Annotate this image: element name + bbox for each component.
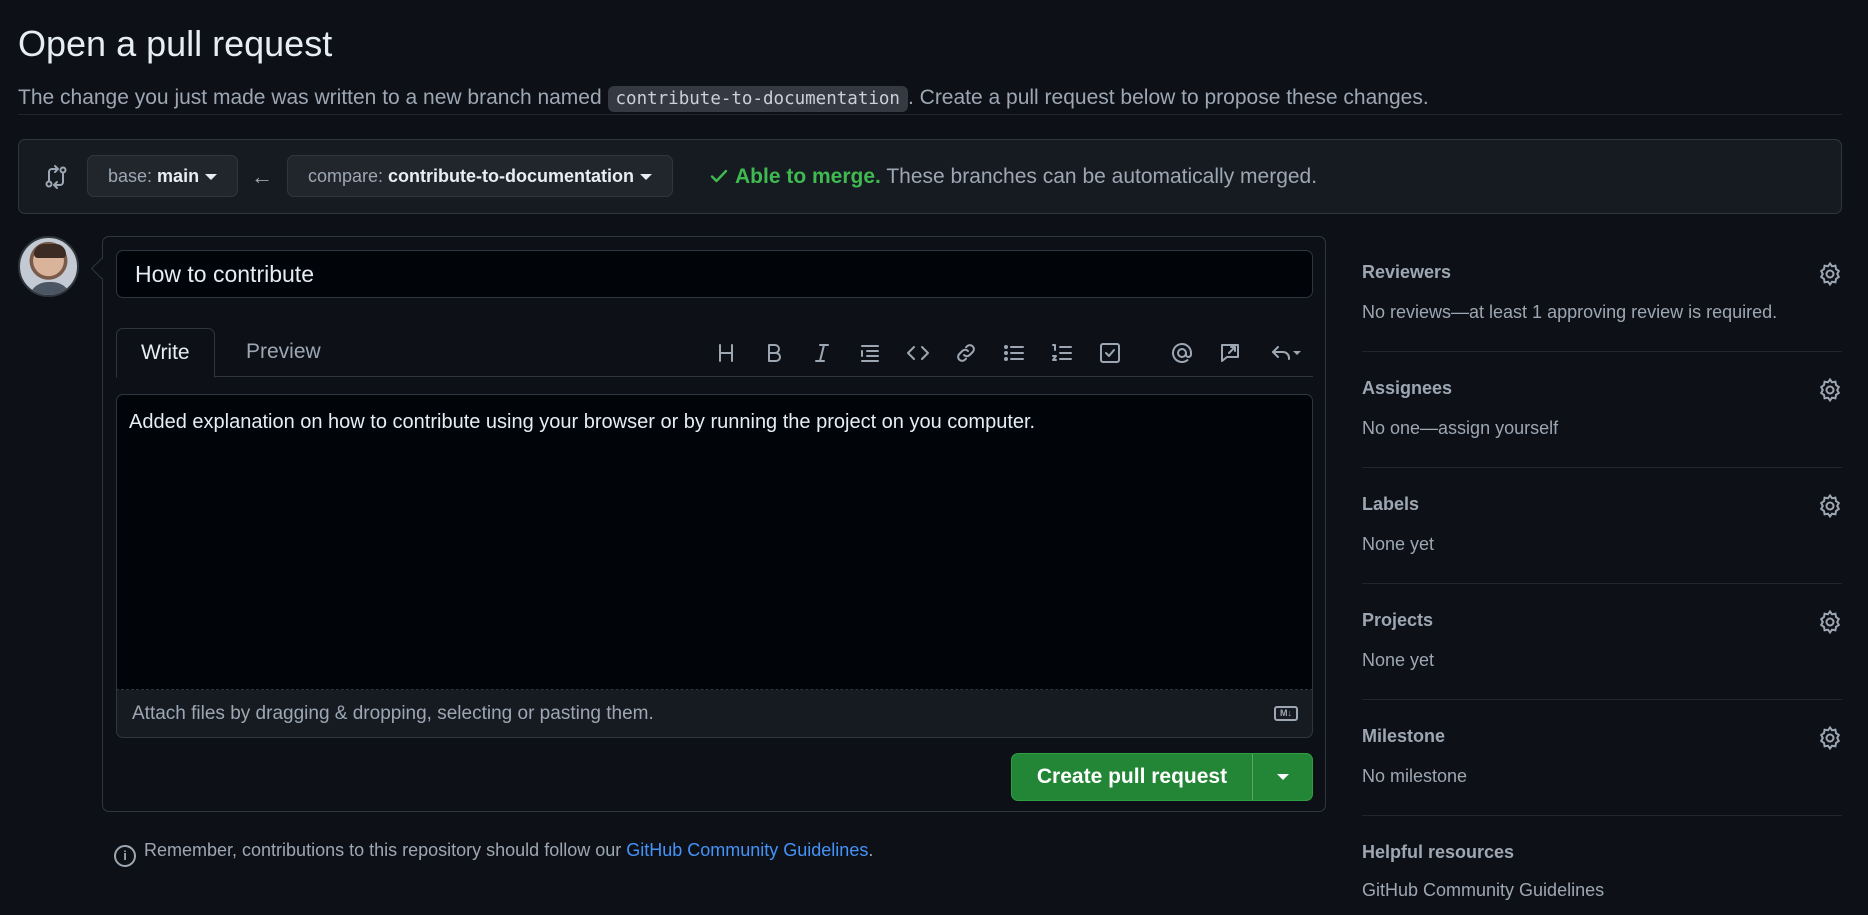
avatar[interactable]	[18, 236, 79, 297]
milestone-heading[interactable]: Milestone	[1362, 726, 1445, 747]
assignees-value: No one—assign yourself	[1362, 418, 1559, 438]
italic-icon[interactable]	[807, 338, 837, 368]
helpful-resources-heading: Helpful resources	[1362, 842, 1515, 862]
avatar-hair	[34, 244, 66, 258]
code-icon[interactable]	[903, 338, 933, 368]
divider	[18, 114, 1842, 115]
link-icon[interactable]	[951, 338, 981, 368]
task-list-icon[interactable]	[1095, 338, 1125, 368]
pull-request-form: Write Preview Added explanation on how t…	[102, 236, 1326, 812]
reference-icon[interactable]	[1215, 338, 1245, 368]
compare-prefix: compare:	[308, 166, 389, 186]
branch-name-code: contribute-to-documentation	[607, 86, 908, 112]
page-header: Open a pull request The change you just …	[18, 22, 1842, 114]
subtitle-text-before: The change you just made was written to …	[18, 86, 608, 109]
bold-icon[interactable]	[759, 338, 789, 368]
sidebar-labels: Labels None yet	[1362, 468, 1842, 584]
chevron-down-icon	[640, 174, 653, 181]
guidelines-link[interactable]: GitHub Community Guidelines	[626, 840, 868, 860]
mention-icon[interactable]	[1167, 338, 1197, 368]
reviewers-value: No reviews—at least 1 approving review i…	[1362, 302, 1778, 322]
create-pull-request-label[interactable]: Create pull request	[1012, 754, 1252, 800]
ordered-list-icon[interactable]	[1047, 338, 1077, 368]
heading-icon[interactable]	[711, 338, 741, 368]
markdown-icon[interactable]: M↓	[1274, 706, 1298, 721]
merge-ok-text: Able to merge.	[735, 165, 881, 188]
helpful-guidelines-link[interactable]: GitHub Community Guidelines	[1362, 880, 1604, 901]
labels-value: None yet	[1362, 534, 1435, 554]
gear-icon[interactable]	[1818, 377, 1842, 403]
base-prefix: base:	[108, 166, 158, 186]
sidebar-reviewers: Reviewers No reviews—at least 1 approvin…	[1362, 236, 1842, 352]
sidebar-assignees: Assignees No one—assign yourself	[1362, 352, 1842, 468]
sidebar: Reviewers No reviews—at least 1 approvin…	[1362, 236, 1842, 915]
guidelines-note-text: Remember, contributions to this reposito…	[144, 840, 627, 860]
branch-range-bar: base: main ← compare: contribute-to-docu…	[18, 139, 1842, 214]
reviewers-heading[interactable]: Reviewers	[1362, 262, 1451, 283]
page-title: Open a pull request	[18, 23, 333, 64]
merge-status: Able to merge. These branches can be aut…	[709, 162, 1317, 192]
guidelines-note: i Remember, contributions to this reposit…	[114, 838, 873, 867]
assignees-heading[interactable]: Assignees	[1362, 378, 1452, 399]
tab-preview[interactable]: Preview	[222, 328, 345, 378]
unordered-list-icon[interactable]	[999, 338, 1029, 368]
gear-icon[interactable]	[1818, 725, 1842, 751]
quote-icon[interactable]	[855, 338, 885, 368]
pr-body-textarea[interactable]: Added explanation on how to contribute u…	[116, 394, 1313, 690]
avatar-shirt	[28, 282, 72, 295]
gear-icon[interactable]	[1818, 261, 1842, 287]
projects-value: None yet	[1362, 650, 1435, 670]
gear-icon[interactable]	[1818, 493, 1842, 519]
sidebar-helpful-resources: Helpful resources GitHub Community Guide…	[1362, 816, 1842, 915]
labels-heading[interactable]: Labels	[1362, 494, 1419, 515]
chevron-down-icon	[205, 174, 218, 181]
sidebar-milestone: Milestone No milestone	[1362, 700, 1842, 816]
milestone-value: No milestone	[1362, 766, 1468, 786]
page-subtitle: The change you just made was written to …	[18, 83, 1842, 114]
base-branch-select[interactable]: base: main	[87, 155, 239, 197]
projects-heading[interactable]: Projects	[1362, 610, 1433, 631]
file-attachment-bar[interactable]: Attach files by dragging & dropping, sel…	[116, 690, 1313, 738]
compare-arrows-icon	[43, 164, 69, 190]
guidelines-note-end: .	[868, 840, 874, 860]
subtitle-text-after: . Create a pull request below to propose…	[907, 86, 1429, 109]
info-icon: i	[114, 845, 136, 867]
create-pull-request-button[interactable]: Create pull request	[1011, 753, 1313, 801]
chevron-down-icon	[1276, 774, 1289, 780]
compare-branch-select[interactable]: compare: contribute-to-documentation	[287, 155, 674, 197]
gear-icon[interactable]	[1818, 609, 1842, 635]
tab-write[interactable]: Write	[116, 328, 215, 378]
merge-description: These branches can be automatically merg…	[880, 165, 1318, 188]
compare-branch-name: contribute-to-documentation	[388, 166, 635, 186]
attach-hint: Attach files by dragging & dropping, sel…	[132, 703, 654, 724]
arrow-left-icon: ←	[251, 164, 273, 189]
base-branch-name: main	[157, 166, 200, 186]
saved-replies-icon[interactable]	[1263, 338, 1307, 368]
sidebar-projects: Projects None yet	[1362, 584, 1842, 700]
pr-title-input[interactable]	[116, 250, 1313, 298]
check-icon	[710, 169, 728, 183]
editor-tabs: Write Preview	[116, 322, 1313, 378]
create-options-dropdown[interactable]	[1253, 754, 1312, 800]
